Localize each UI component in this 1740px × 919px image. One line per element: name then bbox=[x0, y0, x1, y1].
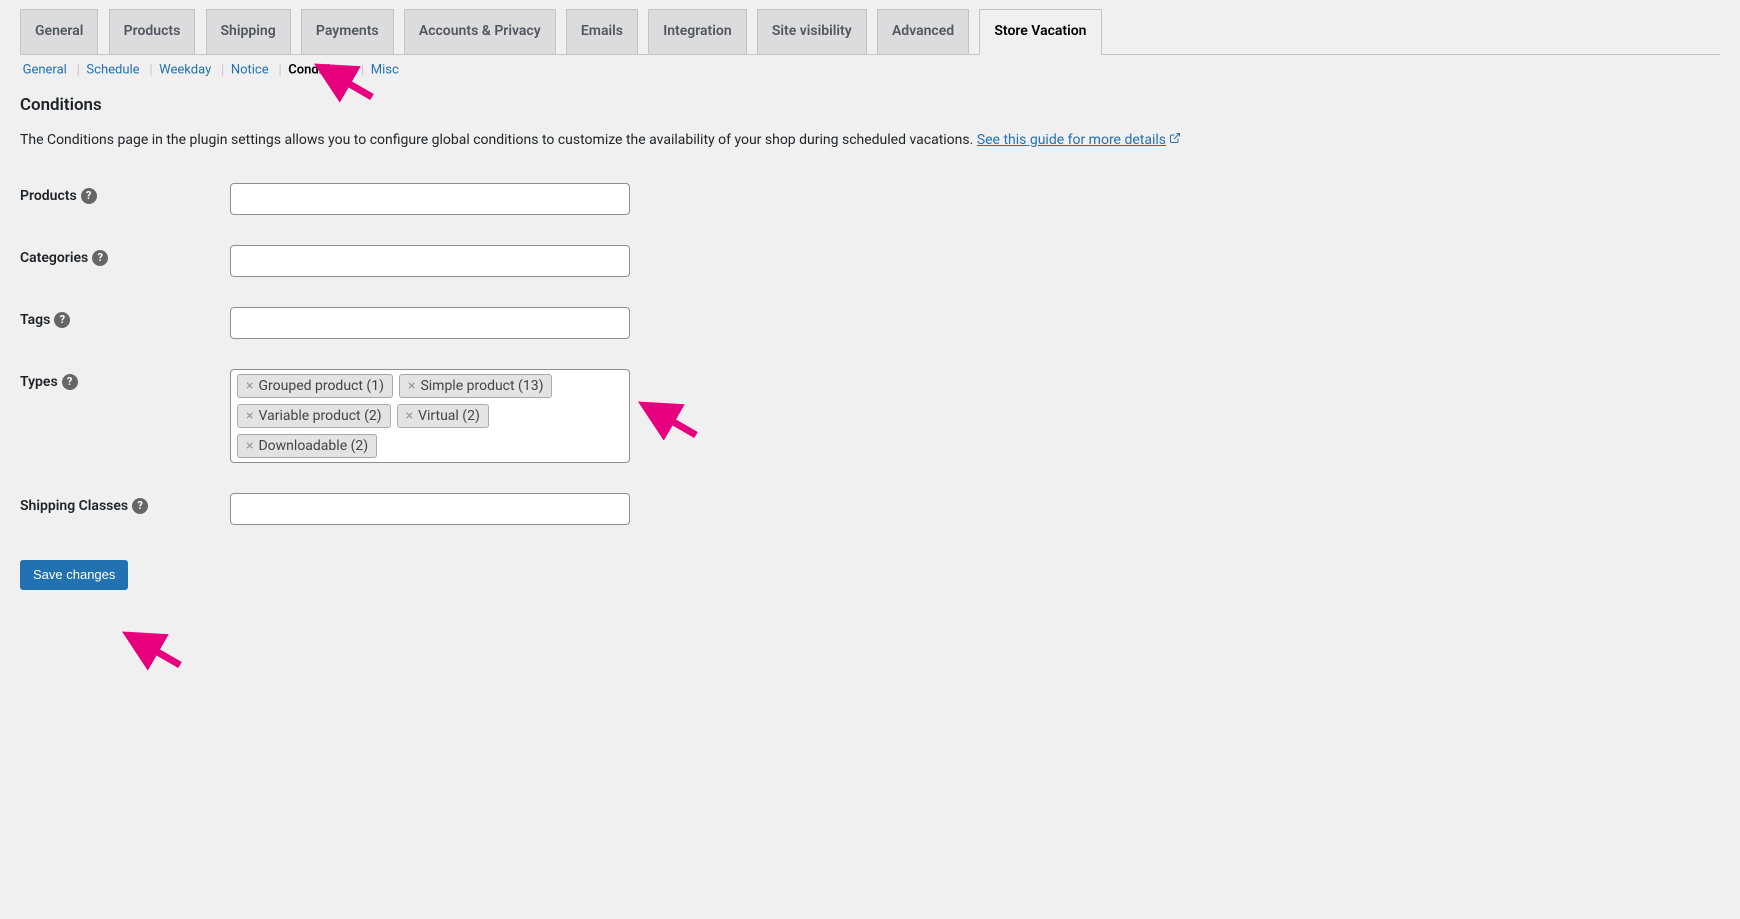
subtab-notice[interactable]: Notice bbox=[228, 60, 271, 80]
page-description: The Conditions page in the plugin settin… bbox=[20, 132, 1720, 148]
shipping-classes-label: Shipping Classes bbox=[20, 498, 128, 514]
type-tag: × Grouped product (1) bbox=[237, 374, 393, 398]
shipping-classes-input[interactable] bbox=[230, 493, 630, 525]
tags-label: Tags bbox=[20, 312, 50, 328]
tab-store-vacation[interactable]: Store Vacation bbox=[979, 9, 1101, 55]
tab-advanced[interactable]: Advanced bbox=[877, 9, 969, 54]
tab-payments[interactable]: Payments bbox=[301, 9, 394, 54]
type-tag: × Virtual (2) bbox=[397, 404, 489, 428]
types-input[interactable]: × Grouped product (1) × Simple product (13)… bbox=[230, 369, 630, 463]
categories-input[interactable] bbox=[230, 245, 630, 277]
guide-link[interactable]: See this guide for more details bbox=[977, 132, 1181, 148]
categories-label: Categories bbox=[20, 250, 88, 266]
tab-shipping[interactable]: Shipping bbox=[206, 9, 291, 54]
type-tag: × Downloadable (2) bbox=[237, 434, 377, 458]
type-tag-label: Downloadable (2) bbox=[258, 438, 368, 454]
subtab-weekday[interactable]: Weekday bbox=[157, 60, 214, 80]
tab-integration[interactable]: Integration bbox=[648, 9, 746, 54]
products-input[interactable] bbox=[230, 183, 630, 215]
tab-site-visibility[interactable]: Site visibility bbox=[757, 9, 867, 54]
types-label: Types bbox=[20, 374, 58, 390]
annotation-arrow-icon bbox=[120, 630, 190, 670]
type-tag-label: Variable product (2) bbox=[258, 408, 381, 424]
type-tag: × Variable product (2) bbox=[237, 404, 391, 428]
remove-tag-icon[interactable]: × bbox=[406, 409, 413, 423]
type-tag-label: Virtual (2) bbox=[418, 408, 480, 424]
remove-tag-icon[interactable]: × bbox=[246, 409, 253, 423]
subtab-general[interactable]: General bbox=[20, 60, 69, 80]
type-tag: × Simple product (13) bbox=[399, 374, 553, 398]
tab-products[interactable]: Products bbox=[109, 9, 196, 54]
help-icon[interactable]: ? bbox=[92, 250, 108, 266]
tags-input[interactable] bbox=[230, 307, 630, 339]
tab-general[interactable]: General bbox=[20, 9, 98, 54]
page-title: Conditions bbox=[20, 95, 1720, 115]
external-link-icon bbox=[1169, 132, 1181, 148]
help-icon[interactable]: ? bbox=[54, 312, 70, 328]
type-tag-label: Simple product (13) bbox=[420, 378, 543, 394]
tab-emails[interactable]: Emails bbox=[566, 9, 638, 54]
help-icon[interactable]: ? bbox=[62, 374, 78, 390]
help-icon[interactable]: ? bbox=[81, 188, 97, 204]
remove-tag-icon[interactable]: × bbox=[408, 379, 415, 393]
save-button[interactable]: Save changes bbox=[20, 560, 128, 590]
subtab-schedule[interactable]: Schedule bbox=[84, 60, 142, 80]
subtab-misc[interactable]: Misc bbox=[368, 60, 401, 80]
subtab-conditions[interactable]: Conditions bbox=[286, 60, 354, 80]
remove-tag-icon[interactable]: × bbox=[246, 379, 253, 393]
conditions-form: Products? Categories? Tags? Types? × Grou… bbox=[20, 168, 1720, 540]
remove-tag-icon[interactable]: × bbox=[246, 439, 253, 453]
main-tabs: General Products Shipping Payments Accou… bbox=[20, 0, 1720, 55]
help-icon[interactable]: ? bbox=[132, 498, 148, 514]
products-label: Products bbox=[20, 188, 77, 204]
type-tag-label: Grouped product (1) bbox=[258, 378, 383, 394]
tab-accounts-privacy[interactable]: Accounts & Privacy bbox=[404, 9, 556, 54]
sub-tabs: General |Schedule |Weekday |Notice |Cond… bbox=[20, 63, 1720, 78]
